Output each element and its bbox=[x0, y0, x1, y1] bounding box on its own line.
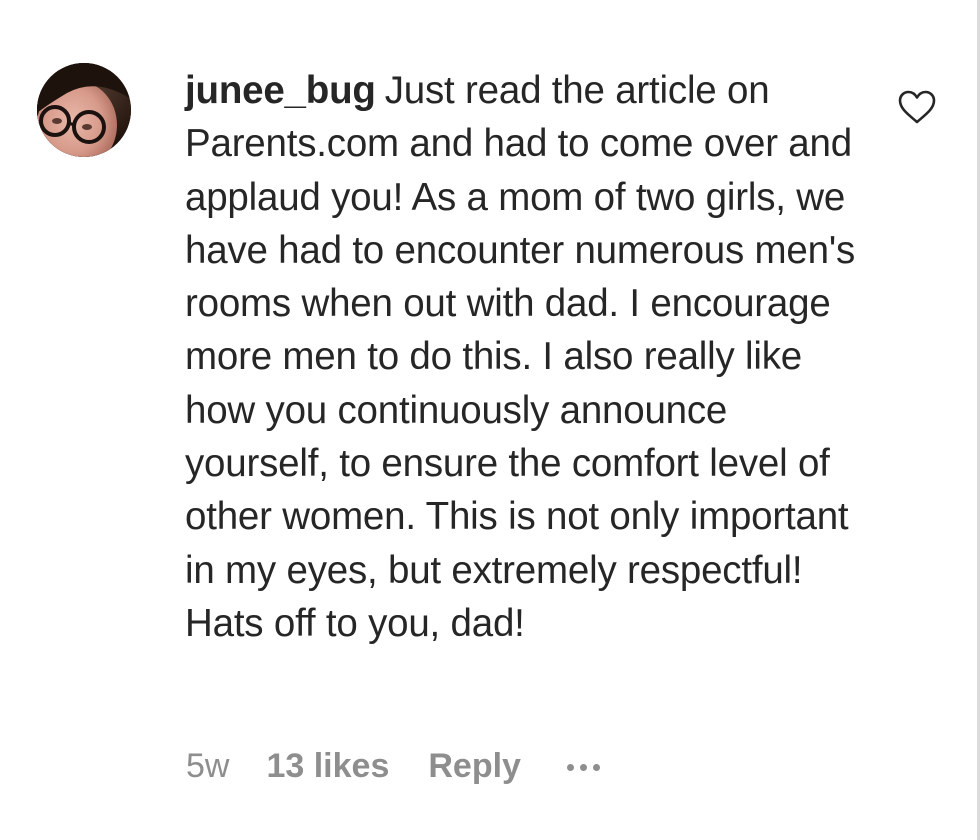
dot bbox=[592, 764, 600, 771]
like-button[interactable] bbox=[897, 89, 937, 125]
avatar[interactable] bbox=[37, 63, 131, 157]
timestamp[interactable]: 5w bbox=[186, 747, 229, 786]
comment-meta: 5w 13 likes Reply bbox=[186, 744, 600, 788]
dot bbox=[566, 764, 574, 771]
username-link[interactable]: junee_bug bbox=[185, 69, 376, 112]
dot bbox=[579, 764, 587, 771]
comment-text: Just read the article on Parents.com and… bbox=[185, 69, 856, 645]
more-options-icon[interactable] bbox=[566, 755, 600, 778]
comment-text-block: junee_bug Just read the article on Parent… bbox=[185, 64, 865, 650]
comment: junee_bug Just read the article on Parent… bbox=[0, 0, 977, 840]
heart-outline-icon bbox=[898, 90, 936, 124]
likes-count-button[interactable]: 13 likes bbox=[266, 747, 389, 786]
avatar-image bbox=[37, 63, 131, 157]
reply-button[interactable]: Reply bbox=[428, 747, 521, 786]
